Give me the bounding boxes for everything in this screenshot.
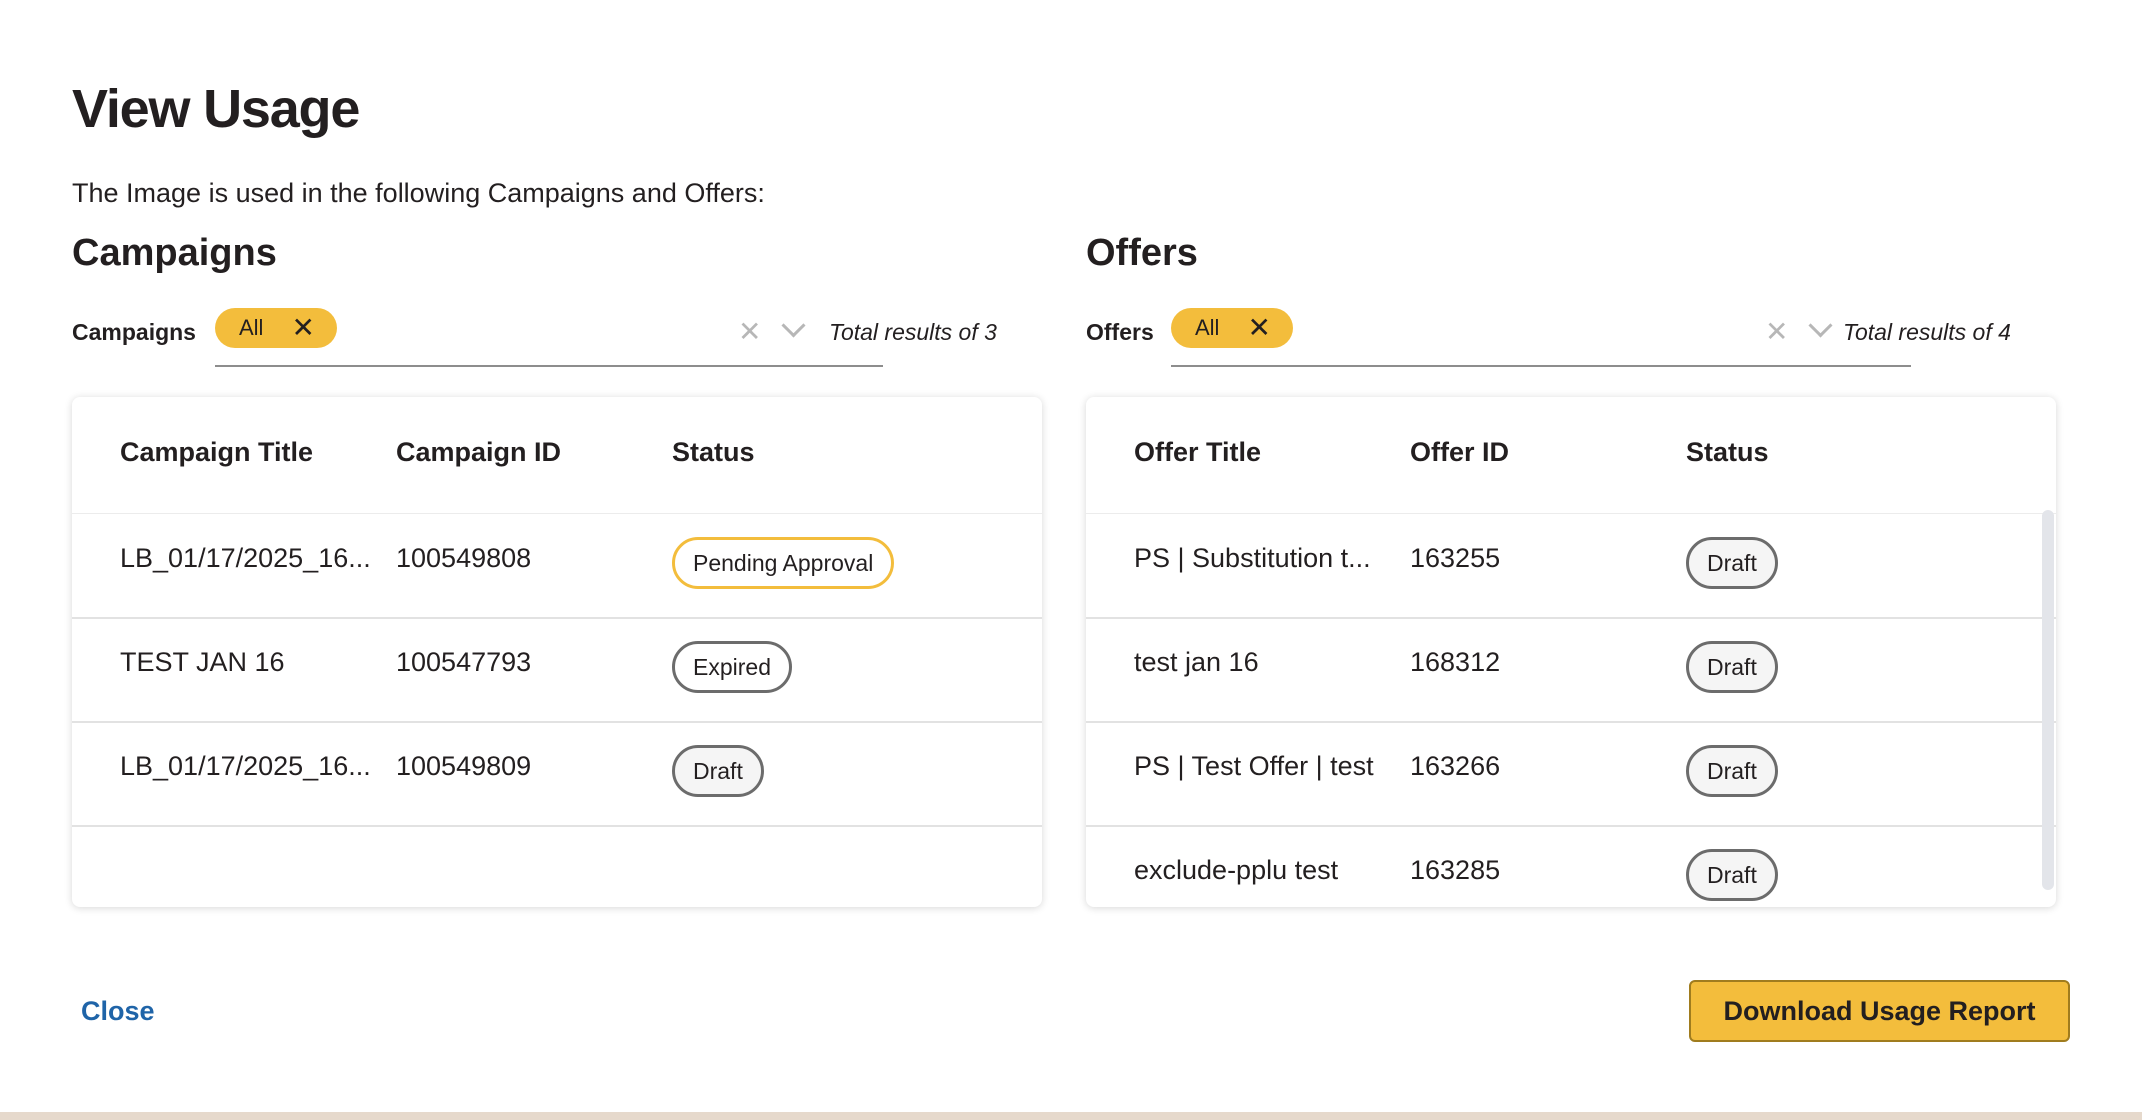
offer-id-cell: 168312 [1410,647,1501,677]
offers-table-scrollbar[interactable] [2042,510,2054,890]
table-row[interactable]: PS | Test Offer | test 163266 Draft [1086,721,2056,827]
offers-table: Offer Title Offer ID Status PS | Substit… [1086,397,2056,907]
offers-select[interactable]: All ✕ ✕ [1171,305,1911,367]
campaigns-filter-label: Campaigns [72,319,196,345]
subtitle: The Image is used in the following Campa… [72,178,765,208]
campaigns-select[interactable]: All ✕ ✕ [215,305,883,367]
campaign-id-cell: 100549808 [396,543,532,573]
status-badge: Draft [1686,745,1778,797]
close-icon[interactable]: ✕ [292,314,315,342]
campaigns-section-title: Campaigns [72,232,277,274]
view-usage-modal: View Usage The Image is used in the foll… [0,0,2142,1120]
table-header: Campaign Title Campaign ID Status [72,397,1042,514]
clear-icon[interactable]: ✕ [1765,315,1788,348]
table-row[interactable]: PS | Substitution t... 163255 Draft [1086,513,2056,619]
offers-filter-label: Offers [1086,319,1154,345]
column-header-offer-id: Offer ID [1410,437,1510,467]
table-row[interactable]: test jan 16 168312 Draft [1086,617,2056,723]
column-header-offer-title: Offer Title [1134,437,1262,467]
offer-title-cell: PS | Substitution t... [1134,543,1371,573]
offer-title-cell: PS | Test Offer | test [1134,751,1374,781]
table-row[interactable]: LB_01/17/2025_16... 100549809 Draft [72,721,1042,827]
table-row[interactable]: TEST JAN 16 100547793 Expired [72,617,1042,723]
column-header-campaign-id: Campaign ID [396,437,562,467]
offers-section-title: Offers [1086,232,1198,274]
chevron-down-icon[interactable] [781,313,806,338]
page-title: View Usage [72,79,360,139]
table-header: Offer Title Offer ID Status [1086,397,2056,514]
table-row[interactable]: exclude-pplu test 163285 Draft [1086,825,2056,907]
close-icon[interactable]: ✕ [1248,314,1271,342]
column-header-status: Status [1686,437,1769,467]
column-header-status: Status [672,437,755,467]
table-row[interactable]: LB_01/17/2025_16... 100549808 Pending Ap… [72,513,1042,619]
status-badge: Pending Approval [672,537,895,589]
status-badge: Draft [1686,537,1778,589]
background-strip [0,1112,2142,1120]
campaign-title-cell: TEST JAN 16 [120,647,285,677]
offer-title-cell: exclude-pplu test [1134,855,1339,885]
campaign-title-cell: LB_01/17/2025_16... [120,751,371,781]
campaigns-all-chip: All ✕ [215,308,337,348]
chevron-down-icon[interactable] [1808,313,1833,338]
status-badge: Expired [672,641,792,693]
offer-title-cell: test jan 16 [1134,647,1259,677]
campaign-id-cell: 100547793 [396,647,532,677]
close-button[interactable]: Close [81,996,155,1027]
offer-id-cell: 163266 [1410,751,1501,781]
campaign-id-cell: 100549809 [396,751,532,781]
campaigns-table: Campaign Title Campaign ID Status LB_01/… [72,397,1042,907]
chip-label: All [1195,315,1220,340]
status-badge: Draft [672,745,764,797]
status-badge: Draft [1686,641,1778,693]
column-header-campaign-title: Campaign Title [120,437,314,467]
download-usage-report-button[interactable]: Download Usage Report [1689,980,2070,1042]
clear-icon[interactable]: ✕ [738,315,761,348]
offer-id-cell: 163285 [1410,855,1501,885]
offer-id-cell: 163255 [1410,543,1501,573]
offers-filter: Offers All ✕ ✕ Total results of 4 [1086,305,2056,367]
offers-total-results: Total results of 4 [1843,319,2011,345]
campaigns-total-results: Total results of 3 [829,319,997,345]
campaigns-filter: Campaigns All ✕ ✕ Total results of 3 [72,305,1042,367]
status-badge: Draft [1686,849,1778,901]
chip-label: All [239,315,264,340]
campaign-title-cell: LB_01/17/2025_16... [120,543,371,573]
offers-all-chip: All ✕ [1171,308,1293,348]
